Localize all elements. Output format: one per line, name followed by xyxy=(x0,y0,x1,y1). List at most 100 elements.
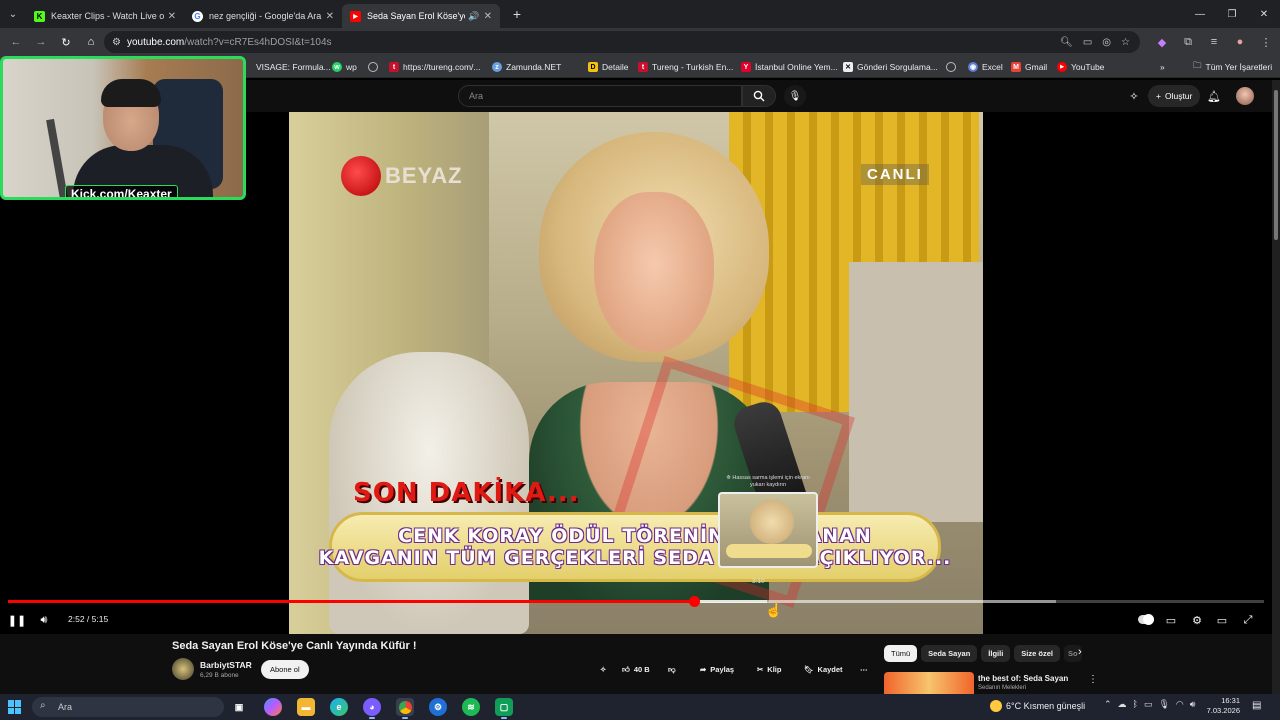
restore-icon[interactable]: ❐ xyxy=(1216,0,1248,28)
address-bar[interactable]: ⚙ youtube.com /watch?v=cR7Es4hDOSI&t=104… xyxy=(104,31,1140,53)
reading-list-icon[interactable]: ≡ xyxy=(1204,31,1224,53)
chrome-icon[interactable] xyxy=(396,698,414,719)
recommended-more-icon[interactable]: ⋮ xyxy=(1088,674,1098,685)
speaker-icon[interactable]: 🔊 xyxy=(468,11,479,22)
reload-icon[interactable]: ↻ xyxy=(54,30,78,54)
discord-icon[interactable]: ◕ xyxy=(363,698,381,719)
tab-kick[interactable]: K Keaxter Clips - Watch Live on Kick ✕ xyxy=(26,4,184,28)
bluetooth-icon[interactable]: ᛒ xyxy=(1133,699,1138,710)
bookmark-item[interactable]: Y İstanbul Online Yem... xyxy=(741,59,838,75)
edge-icon[interactable]: e xyxy=(330,698,348,716)
premium-sparkle-icon[interactable]: ✧ xyxy=(1124,86,1144,106)
zoom-icon[interactable]: 🔍︎ xyxy=(1060,37,1073,48)
chip-related[interactable]: İlgili xyxy=(981,645,1011,662)
bookmark-item[interactable]: M Gmail xyxy=(1011,59,1047,75)
spotify-icon[interactable]: ≋ xyxy=(462,698,480,716)
profile-avatar[interactable]: ● xyxy=(1230,31,1250,53)
tab-google[interactable]: G nez gençliği - Google'da Ara ✕ xyxy=(184,4,342,28)
ask-sparkle-icon[interactable]: ✧ xyxy=(600,660,606,679)
create-button[interactable]: + Oluştur xyxy=(1148,85,1201,107)
close-window-icon[interactable]: ✕ xyxy=(1248,0,1280,28)
clock[interactable]: 16:31 7.03.2026 xyxy=(1200,696,1240,716)
tray-chevron-icon[interactable]: ⌃ xyxy=(1104,699,1112,710)
pause-icon[interactable]: ❚❚ xyxy=(7,610,27,630)
like-button[interactable]: 👍︎ 40 B xyxy=(622,660,650,679)
close-icon[interactable]: ✕ xyxy=(168,11,176,22)
theater-mode-icon[interactable]: ▭ xyxy=(1212,610,1232,630)
mic-icon[interactable]: 🎙︎ xyxy=(784,85,806,107)
channel-avatar[interactable] xyxy=(172,658,194,680)
site-info-icon[interactable]: ⚙ xyxy=(112,37,121,48)
eye-off-icon[interactable]: ◎ xyxy=(1102,37,1111,48)
bookmark-item[interactable] xyxy=(946,59,960,75)
app-icon[interactable]: ▢ xyxy=(495,698,513,719)
progress-scrubber[interactable] xyxy=(688,596,700,607)
bookmarks-overflow-icon[interactable]: » xyxy=(1160,59,1165,75)
speaker-tray-icon[interactable]: 🔊︎ xyxy=(1190,699,1196,710)
chevron-right-icon[interactable]: › xyxy=(1078,646,1082,658)
notifications-icon[interactable]: ▤ xyxy=(1252,700,1261,711)
channel-name[interactable]: BarbiytSTAR xyxy=(200,660,252,670)
bookmark-item[interactable]: z Zamunda.NET xyxy=(492,59,561,75)
chip-for-you[interactable]: Size özel xyxy=(1014,645,1060,662)
chip-seda-sayan[interactable]: Seda Sayan xyxy=(921,645,978,662)
battery-icon[interactable]: ▭ xyxy=(1144,699,1153,710)
menu-kebab-icon[interactable]: ⋮ xyxy=(1256,31,1276,53)
taskbar-search[interactable]: ⌕ Ara xyxy=(32,697,224,717)
close-icon[interactable]: ✕ xyxy=(484,11,492,22)
autoplay-toggle[interactable] xyxy=(1138,614,1154,625)
dislike-button[interactable]: 👎︎ xyxy=(668,660,676,679)
star-icon[interactable]: ☆ xyxy=(1121,37,1130,48)
cast-icon[interactable]: ▭ xyxy=(1083,37,1092,48)
settings-gear-icon[interactable]: ⚙ xyxy=(1187,610,1207,630)
extension-icon[interactable]: ◆ xyxy=(1152,31,1172,53)
avatar[interactable] xyxy=(1236,87,1254,105)
clip-button[interactable]: ✂ Klip xyxy=(757,660,781,679)
search-button[interactable] xyxy=(742,85,776,107)
bookmark-item[interactable]: w wp xyxy=(332,59,357,75)
chip-all[interactable]: Tümü xyxy=(884,645,918,662)
all-bookmarks[interactable]: 🗀 Tüm Yer İşaretleri xyxy=(1193,59,1272,75)
video-frame[interactable]: BEYAZ CANLI SON DAKİKA... CENK KORAY ÖDÜ… xyxy=(289,112,983,634)
more-actions-icon[interactable]: ⋯ xyxy=(860,660,868,679)
bell-icon[interactable]: 🔔︎ xyxy=(1204,86,1224,106)
task-view-icon[interactable]: ▣ xyxy=(230,698,248,716)
subscribe-button[interactable]: Abone ol xyxy=(261,660,309,679)
new-tab-button[interactable]: + xyxy=(506,3,528,25)
share-button[interactable]: ➦ Paylaş xyxy=(700,660,734,679)
wifi-icon[interactable]: ◠ xyxy=(1176,699,1184,710)
bookmark-item[interactable]: ◉ Excel xyxy=(968,59,1003,75)
weather-widget[interactable]: 6°C Kısmen güneşli xyxy=(990,700,1085,712)
back-icon[interactable]: ← xyxy=(4,30,28,54)
search-input[interactable]: Ara xyxy=(458,85,742,107)
file-explorer-icon[interactable]: ▬ xyxy=(297,698,315,716)
recommended-title[interactable]: the best of: Seda Sayan xyxy=(978,674,1068,683)
volume-icon[interactable]: 🔊︎ xyxy=(34,610,54,630)
tab-youtube[interactable]: ▶ Seda Sayan Erol Köse'ye Canlı 🔊 ✕ xyxy=(342,4,500,28)
mic-tray-icon[interactable]: 🎙︎ xyxy=(1158,699,1169,710)
settings-app-icon[interactable]: ⚙ xyxy=(429,698,447,716)
bookmark-item[interactable]: VISAGE: Formula... xyxy=(256,59,331,75)
bookmark-item[interactable]: t https://tureng.com/... xyxy=(389,59,480,75)
extensions-puzzle-icon[interactable]: ⧉ xyxy=(1178,31,1198,53)
forward-icon[interactable]: → xyxy=(29,30,53,54)
bookmark-item[interactable]: t Tureng - Turkish En... xyxy=(638,59,733,75)
bookmark-item[interactable]: D Detaile xyxy=(588,59,628,75)
page-scrollbar[interactable] xyxy=(1272,80,1280,694)
windows-start-icon[interactable] xyxy=(8,700,22,714)
home-icon[interactable]: ⌂ xyxy=(79,30,103,54)
onedrive-icon[interactable]: ☁ xyxy=(1118,699,1127,710)
close-icon[interactable]: ✕ xyxy=(326,11,334,22)
minimize-icon[interactable]: — xyxy=(1184,0,1216,28)
bookmark-item[interactable] xyxy=(368,59,382,75)
subtitles-icon[interactable]: ▭ xyxy=(1161,610,1181,630)
fullscreen-icon[interactable]: ⤢ xyxy=(1238,610,1258,630)
scrollbar-thumb[interactable] xyxy=(1274,90,1278,240)
bookmark-item[interactable]: ▶ YouTube xyxy=(1057,59,1104,75)
bookmark-item[interactable]: ✕ Gönderi Sorgulama... xyxy=(843,59,938,75)
tab-search-chevron-icon[interactable]: ⌄ xyxy=(0,0,26,28)
copilot-icon[interactable] xyxy=(264,698,282,716)
save-button[interactable]: 🔖︎ Kaydet xyxy=(804,660,843,679)
progress-bar[interactable] xyxy=(8,596,1264,607)
recommended-thumbnail[interactable] xyxy=(884,672,974,694)
